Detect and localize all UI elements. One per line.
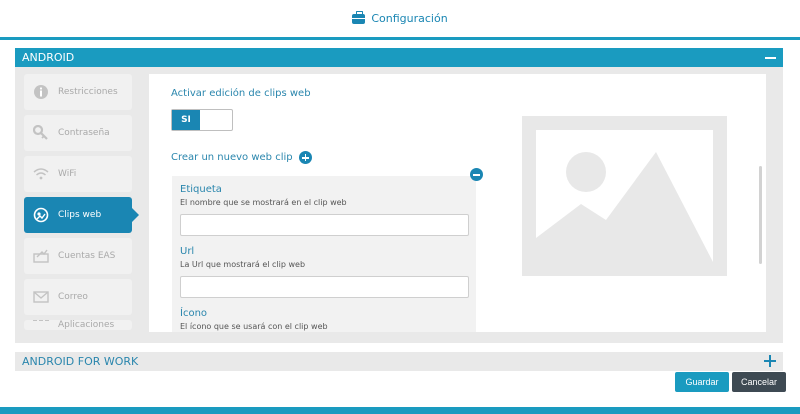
sidebar-item-label: Restricciones: [58, 87, 118, 97]
sidebar-item-label: Aplicaciones: [58, 320, 115, 330]
mail-icon: [33, 289, 49, 305]
placeholder-image-icon: [536, 130, 713, 262]
sidebar-item-contrasena[interactable]: Contraseña: [24, 115, 132, 151]
url-help: La Url que mostrará el clip web: [180, 260, 306, 269]
save-button[interactable]: Guardar: [675, 372, 729, 392]
top-bar: Configuración: [0, 0, 800, 40]
sidebar-item-label: Clips web: [58, 210, 102, 220]
apps-icon: [33, 320, 49, 330]
webclip-icon: [33, 207, 49, 223]
create-webclip-label: Crear un nuevo web clip: [171, 152, 293, 163]
sidebar-item-label: Correo: [58, 292, 88, 302]
android-panel-title: ANDROID: [22, 51, 75, 64]
url-label: Url: [180, 246, 195, 257]
icon-label: Ícono: [180, 308, 208, 319]
eas-icon: [33, 248, 49, 264]
expand-icon[interactable]: [764, 355, 776, 367]
info-icon: [33, 84, 49, 100]
tag-help: El nombre que se mostrará en el clip web: [180, 198, 347, 207]
webclips-content: Activar edición de clips web SI Crear un…: [149, 74, 766, 332]
android-for-work-panel[interactable]: ANDROID FOR WORK: [15, 352, 783, 371]
cancel-button[interactable]: Cancelar: [732, 372, 786, 392]
tag-label: Etiqueta: [180, 184, 222, 195]
android-panel: ANDROID Restricciones Contraseña WiFi Cl…: [15, 48, 783, 343]
enable-webclips-toggle[interactable]: SI: [171, 109, 233, 131]
toggle-on-label: SI: [172, 110, 200, 130]
android-for-work-title: ANDROID FOR WORK: [22, 355, 139, 368]
remove-webclip-icon[interactable]: [470, 168, 483, 181]
android-panel-header[interactable]: ANDROID: [15, 48, 783, 67]
add-icon[interactable]: [298, 151, 312, 164]
key-icon: [33, 125, 49, 141]
wifi-icon: [33, 166, 49, 182]
sidebar-item-wifi[interactable]: WiFi: [24, 156, 132, 192]
topbar-title-group: Configuración: [352, 10, 448, 25]
sidebar-item-cuentas-eas[interactable]: Cuentas EAS: [24, 238, 132, 274]
tag-input[interactable]: [180, 214, 469, 236]
sidebar-item-label: Cuentas EAS: [58, 251, 116, 261]
enable-webclips-label: Activar edición de clips web: [171, 88, 311, 99]
sidebar-item-label: Contraseña: [58, 128, 110, 138]
collapse-icon[interactable]: [765, 57, 776, 59]
icon-help: El ícono que se usará con el clip web: [180, 322, 328, 331]
webclip-form: Etiqueta El nombre que se mostrará en el…: [172, 176, 476, 332]
sidebar-item-label: WiFi: [58, 169, 77, 179]
image-placeholder: [522, 116, 727, 276]
briefcase-icon: [352, 10, 366, 24]
content-scrollbar[interactable]: [759, 166, 762, 264]
page-title: Configuración: [371, 12, 448, 25]
sidebar-item-correo[interactable]: Correo: [24, 279, 132, 315]
bottom-bar: [0, 407, 800, 414]
create-webclip-row[interactable]: Crear un nuevo web clip: [171, 151, 312, 164]
url-input[interactable]: [180, 276, 469, 298]
sidebar-item-aplicaciones[interactable]: Aplicaciones: [24, 320, 132, 330]
sidebar-item-restricciones[interactable]: Restricciones: [24, 74, 132, 110]
sidebar-item-clips-web[interactable]: Clips web: [24, 197, 139, 233]
